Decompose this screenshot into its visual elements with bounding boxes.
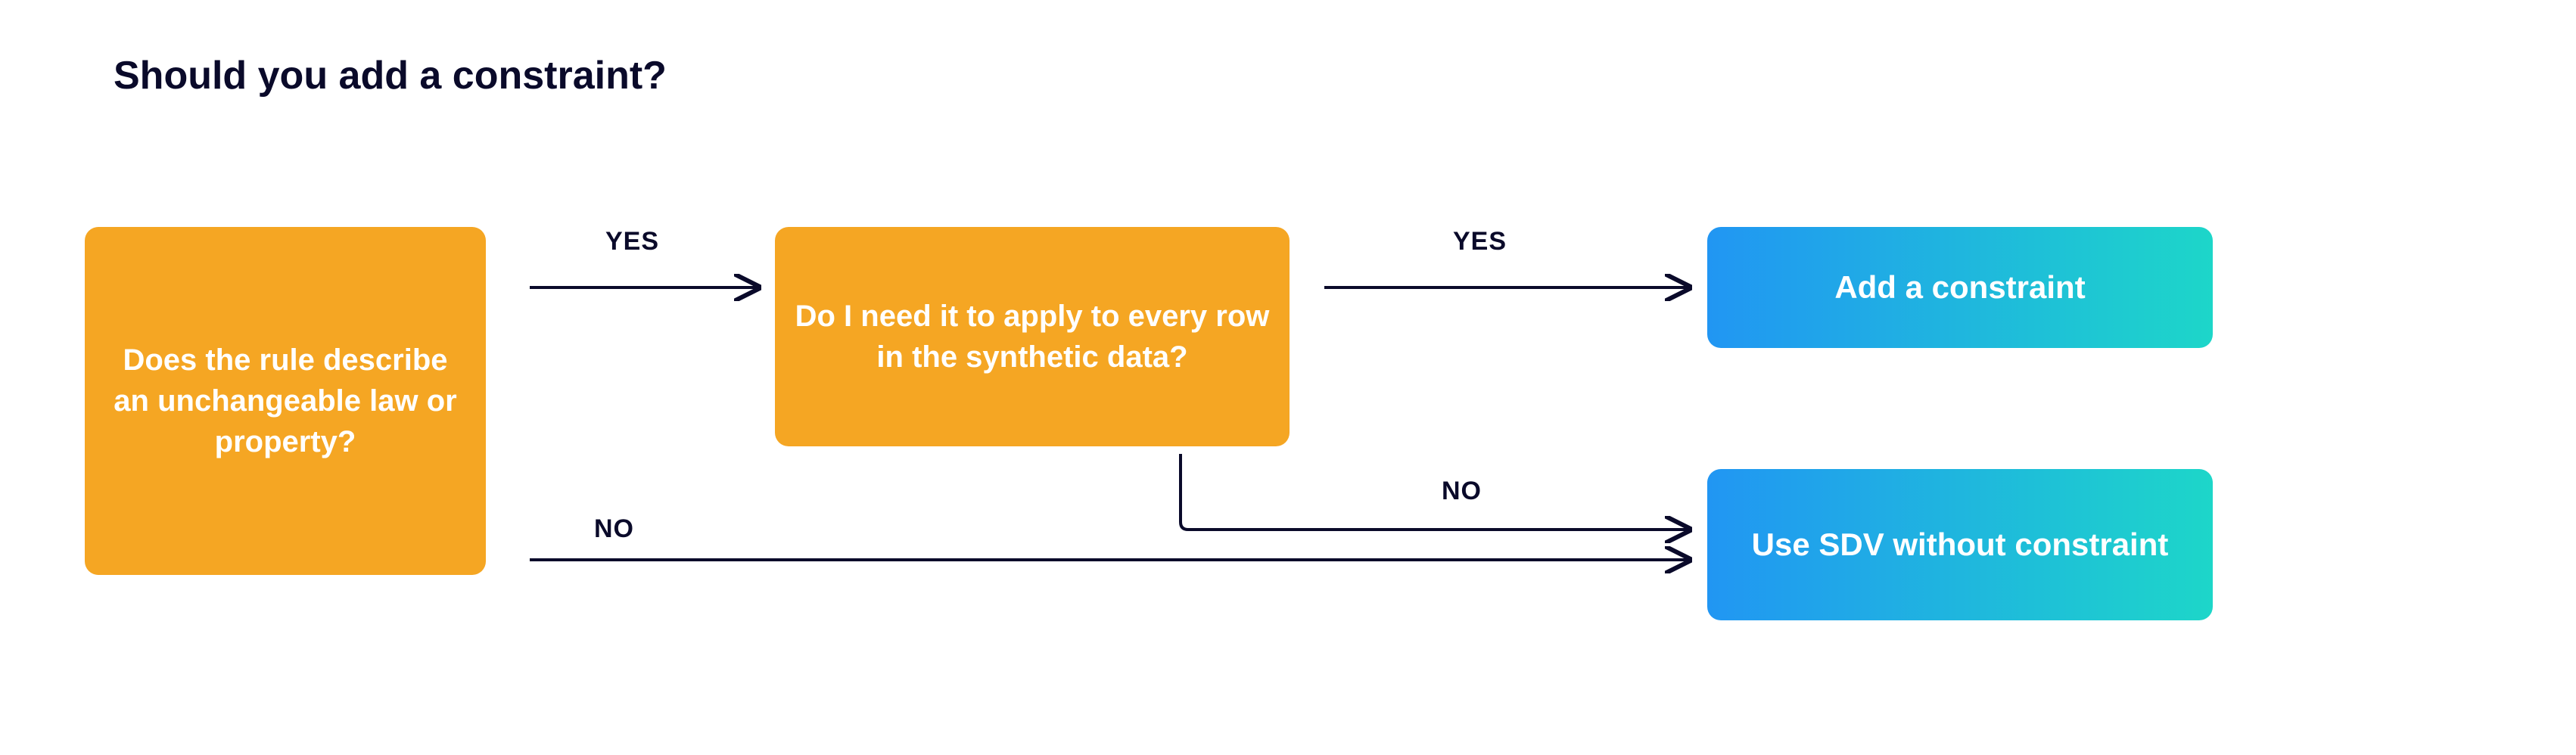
edge-label-yes-1: YES [605, 227, 659, 256]
outcome-node-use-sdv: Use SDV without constraint [1707, 469, 2213, 620]
edge-label-no-1: NO [594, 514, 634, 544]
outcome-node-add-constraint: Add a constraint [1707, 227, 2213, 348]
decision-node-every-row: Do I need it to apply to every row in th… [775, 227, 1290, 446]
edge-label-yes-2: YES [1453, 227, 1507, 256]
decision-node-rule-unchangeable: Does the rule describe an unchangeable l… [85, 227, 486, 575]
diagram-title: Should you add a constraint? [114, 53, 667, 98]
edge-label-no-2: NO [1442, 477, 1482, 506]
